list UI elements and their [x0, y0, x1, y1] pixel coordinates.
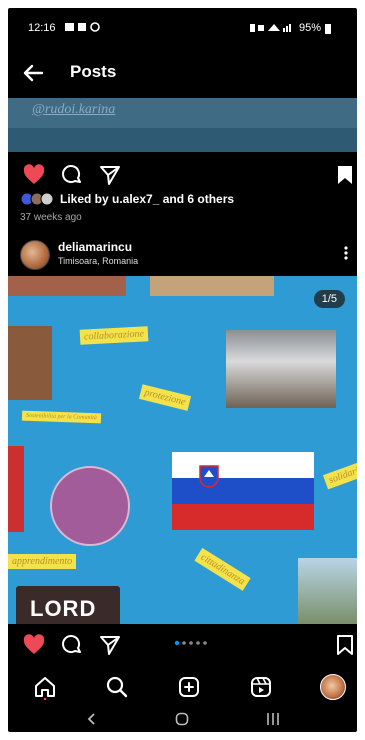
circle-sticker: [50, 466, 130, 546]
nav-recents-icon[interactable]: [266, 712, 280, 726]
bookmark-icon[interactable]: [333, 633, 357, 657]
back-arrow-icon[interactable]: [20, 60, 46, 86]
image-counter: 1/5: [313, 290, 345, 308]
photo-piece: [8, 276, 126, 296]
carousel-dots: [174, 640, 208, 646]
photo-piece: [8, 446, 24, 532]
movie-poster: LORD: [16, 586, 120, 624]
bookmark-icon[interactable]: [333, 163, 357, 187]
status-bar: 12:16 95%: [8, 8, 357, 50]
nav-home-icon[interactable]: [175, 712, 189, 726]
battery-percent: 95%: [298, 22, 321, 34]
bottom-nav: [8, 670, 357, 704]
post-time: 37 weeks ago: [20, 212, 82, 223]
photo-piece: [8, 326, 52, 400]
avatar[interactable]: [20, 240, 50, 270]
reels-icon[interactable]: [248, 674, 274, 700]
photo-piece: [150, 276, 274, 296]
nav-back-icon[interactable]: [86, 712, 98, 726]
status-time: 12:16: [28, 22, 56, 34]
home-icon[interactable]: [32, 674, 58, 700]
share-icon[interactable]: [98, 633, 122, 657]
comment-icon[interactable]: [60, 633, 84, 657]
system-nav-bar: [8, 706, 357, 732]
previous-post-image[interactable]: @rudoi.karina: [8, 98, 357, 152]
heart-icon[interactable]: [22, 163, 46, 187]
liker-avatars: [20, 192, 56, 206]
search-icon[interactable]: [104, 674, 130, 700]
liked-by-text: Liked by u.alex7_ and 6 others: [60, 192, 235, 206]
profile-icon[interactable]: [320, 674, 346, 700]
create-icon[interactable]: [176, 674, 202, 700]
slovenia-flag: [172, 452, 314, 530]
word-tag: apprendimento: [8, 554, 77, 569]
photo-piece: [298, 558, 357, 624]
signal-wifi-icon: [249, 24, 291, 32]
post-photo[interactable]: collaborazione protezione Sostenibilità …: [8, 276, 357, 624]
post-header: deliamarincu Timisoara, Romania: [8, 234, 357, 274]
word-tag: protezione: [138, 384, 191, 411]
building-photo: [226, 330, 336, 408]
status-notification-icons: [64, 21, 104, 33]
word-tag: Sostenibilità per la Comunità: [21, 410, 101, 424]
post-location[interactable]: Timisoara, Romania: [58, 256, 138, 266]
previous-post-actions: [8, 158, 357, 190]
word-tag: collaborazione: [79, 326, 149, 345]
more-icon[interactable]: [343, 242, 349, 264]
page-title: Posts: [70, 62, 117, 81]
word-tag: solidarietà: [322, 457, 357, 490]
heart-icon[interactable]: [22, 633, 46, 657]
battery-icon: [325, 23, 331, 34]
share-icon[interactable]: [98, 163, 122, 187]
word-tag: cittadinanza: [194, 547, 252, 592]
image-band: [8, 128, 357, 152]
phone-screen: 12:16 95% Posts @rudoi.karina Liked by u…: [8, 8, 357, 732]
top-bar: Posts: [8, 50, 357, 98]
post-username[interactable]: deliamarincu: [58, 240, 132, 254]
image-overlay-text: @rudoi.karina: [32, 102, 116, 117]
comment-icon[interactable]: [60, 163, 84, 187]
poster-text: LORD: [30, 596, 97, 621]
status-right: 95%: [249, 22, 331, 34]
